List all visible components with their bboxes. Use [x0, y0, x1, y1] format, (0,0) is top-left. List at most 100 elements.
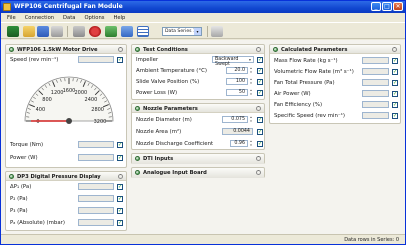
- slide-valve-input[interactable]: 100: [226, 78, 248, 85]
- calculated-label: Volumetric Flow Rate (m³ s⁻¹): [274, 69, 354, 75]
- dp3-checkbox[interactable]: ✓: [117, 196, 123, 202]
- panel-title: Calculated Parameters: [281, 46, 348, 53]
- gauge-tick-label: 3200: [94, 119, 107, 125]
- panel-header[interactable]: WFP106 1.5kW Motor Drive ˄: [6, 45, 126, 54]
- menu-data[interactable]: Data: [63, 15, 75, 21]
- data-series-select[interactable]: Data Series 1 ▾: [162, 27, 202, 36]
- impeller-checkbox[interactable]: ✓: [257, 57, 263, 63]
- calculated-label: Fan Efficiency (%): [274, 102, 323, 108]
- calculated-row: Air Power (W) ✓: [274, 90, 400, 99]
- logo-icon[interactable]: [7, 26, 19, 37]
- close-button[interactable]: ✕: [393, 2, 403, 11]
- app-window: WFP106 Centrifugal Fan Module _ □ ✕ File…: [0, 0, 406, 245]
- menu-bar: File Connection Data Options Help: [1, 13, 405, 22]
- nozzle-checkbox[interactable]: ✓: [257, 117, 263, 123]
- nozzle-area-field: 0.0044: [222, 128, 253, 135]
- nozzle-label: Nozzle Discharge Coefficient: [136, 141, 214, 147]
- status-led-icon: [135, 106, 140, 111]
- expand-icon[interactable]: ˅: [256, 156, 261, 161]
- panel-title: Test Conditions: [143, 46, 188, 53]
- panel-header[interactable]: Test Conditions ˄: [132, 45, 264, 54]
- chart-icon[interactable]: [121, 26, 133, 37]
- nozzle-row: Nozzle Area (m²) 0.0044 ✓: [136, 128, 264, 137]
- dp3-checkbox[interactable]: ✓: [117, 208, 123, 214]
- dp3-label: ΔP₁ (Pa): [10, 184, 32, 190]
- title-bar: WFP106 Centrifugal Fan Module _ □ ✕: [1, 1, 405, 13]
- stepper-icon[interactable]: ▴ ▾: [249, 88, 253, 96]
- calculated-checkbox[interactable]: ✓: [392, 102, 398, 108]
- calculated-row: Specific Speed (rev min⁻¹) ✓: [274, 112, 400, 121]
- condition-checkbox[interactable]: ✓: [257, 79, 263, 85]
- dp3-checkbox[interactable]: ✓: [117, 184, 123, 190]
- dp3-field: [78, 183, 114, 190]
- panel-title: WFP106 1.5kW Motor Drive: [17, 46, 98, 53]
- panel-header[interactable]: DTI Inputs ˅: [132, 154, 264, 164]
- menu-options[interactable]: Options: [84, 15, 104, 21]
- stepper-icon[interactable]: ▴ ▾: [249, 77, 253, 85]
- torque-field: [78, 141, 114, 148]
- graph-options-icon[interactable]: [211, 26, 223, 37]
- speed-field: [78, 56, 114, 63]
- speed-checkbox[interactable]: ✓: [117, 57, 123, 63]
- calculated-checkbox[interactable]: ✓: [392, 113, 398, 119]
- dp3-label: Pₐ (Absolute) (mbar): [10, 220, 65, 226]
- collapse-icon[interactable]: ˄: [118, 174, 123, 179]
- tools-icon[interactable]: [73, 26, 85, 37]
- torque-checkbox[interactable]: ✓: [117, 142, 123, 148]
- panel-header[interactable]: Calculated Parameters ˄: [270, 45, 400, 54]
- dp3-checkbox[interactable]: ✓: [117, 220, 123, 226]
- condition-checkbox[interactable]: ✓: [257, 90, 263, 96]
- panel-header[interactable]: Analogue Input Board ˅: [132, 168, 264, 178]
- panel-header[interactable]: Nozzle Parameters ˄: [132, 104, 264, 113]
- menu-help[interactable]: Help: [113, 15, 125, 21]
- app-icon: [3, 3, 11, 11]
- minimize-button[interactable]: _: [371, 2, 381, 11]
- gauge-tick-label: 1200: [51, 90, 64, 96]
- print-icon[interactable]: [51, 26, 63, 37]
- expand-icon[interactable]: ˅: [256, 170, 261, 175]
- nozzle-checkbox[interactable]: ✓: [257, 141, 263, 147]
- ambient-temperature-input[interactable]: 20.0: [226, 67, 248, 74]
- maximize-button[interactable]: □: [382, 2, 392, 11]
- panel-header[interactable]: DP3 Digital Pressure Display ˄: [6, 172, 126, 181]
- nozzle-diameter-input[interactable]: 0.075: [222, 116, 248, 123]
- stepper-icon[interactable]: ▴ ▾: [249, 66, 253, 74]
- collapse-icon[interactable]: ˄: [256, 106, 261, 111]
- table-icon[interactable]: [137, 26, 149, 37]
- calculated-label: Fan Total Pressure (Pa): [274, 80, 335, 86]
- power-loss-input[interactable]: 50: [226, 89, 248, 96]
- power-field: [78, 154, 114, 161]
- calculated-checkbox[interactable]: ✓: [392, 69, 398, 75]
- nozzle-panel: Nozzle Parameters ˄ Nozzle Diameter (m) …: [131, 103, 265, 150]
- record-icon[interactable]: [89, 26, 101, 37]
- calculated-row: Fan Efficiency (%) ✓: [274, 101, 400, 110]
- collapse-icon[interactable]: ˄: [392, 47, 397, 52]
- stepper-icon[interactable]: ▴ ▾: [249, 115, 253, 123]
- dti-panel: DTI Inputs ˅: [131, 153, 265, 164]
- calculated-field: [362, 68, 389, 75]
- nozzle-checkbox[interactable]: ✓: [257, 129, 263, 135]
- calculated-row: Mass Flow Rate (kg s⁻¹) ✓: [274, 57, 400, 66]
- save-icon[interactable]: [37, 26, 49, 37]
- calculated-checkbox[interactable]: ✓: [392, 91, 398, 97]
- dp3-field: [78, 195, 114, 202]
- toolbar: Data Series 1 ▾: [1, 22, 405, 39]
- menu-connection[interactable]: Connection: [25, 15, 54, 21]
- stepper-icon[interactable]: ▴ ▾: [249, 139, 253, 147]
- stop-icon[interactable]: [105, 26, 117, 37]
- power-checkbox[interactable]: ✓: [117, 155, 123, 161]
- dp3-row: Pₐ (Absolute) (mbar) ✓: [10, 219, 124, 228]
- gauge-tick-label: 0: [36, 119, 39, 125]
- menu-file[interactable]: File: [7, 15, 16, 21]
- condition-checkbox[interactable]: ✓: [257, 68, 263, 74]
- collapse-icon[interactable]: ˄: [256, 47, 261, 52]
- calculated-field: [362, 79, 389, 86]
- condition-label: Ambient Temperature (°C): [136, 68, 207, 74]
- calculated-checkbox[interactable]: ✓: [392, 58, 398, 64]
- impeller-select[interactable]: Backward Swept ▾: [212, 56, 254, 67]
- open-icon[interactable]: [23, 26, 35, 37]
- calculated-checkbox[interactable]: ✓: [392, 80, 398, 86]
- collapse-icon[interactable]: ˄: [118, 47, 123, 52]
- dp3-label: P₂ (Pa): [10, 196, 28, 202]
- discharge-coefficient-input[interactable]: 0.96: [230, 140, 248, 147]
